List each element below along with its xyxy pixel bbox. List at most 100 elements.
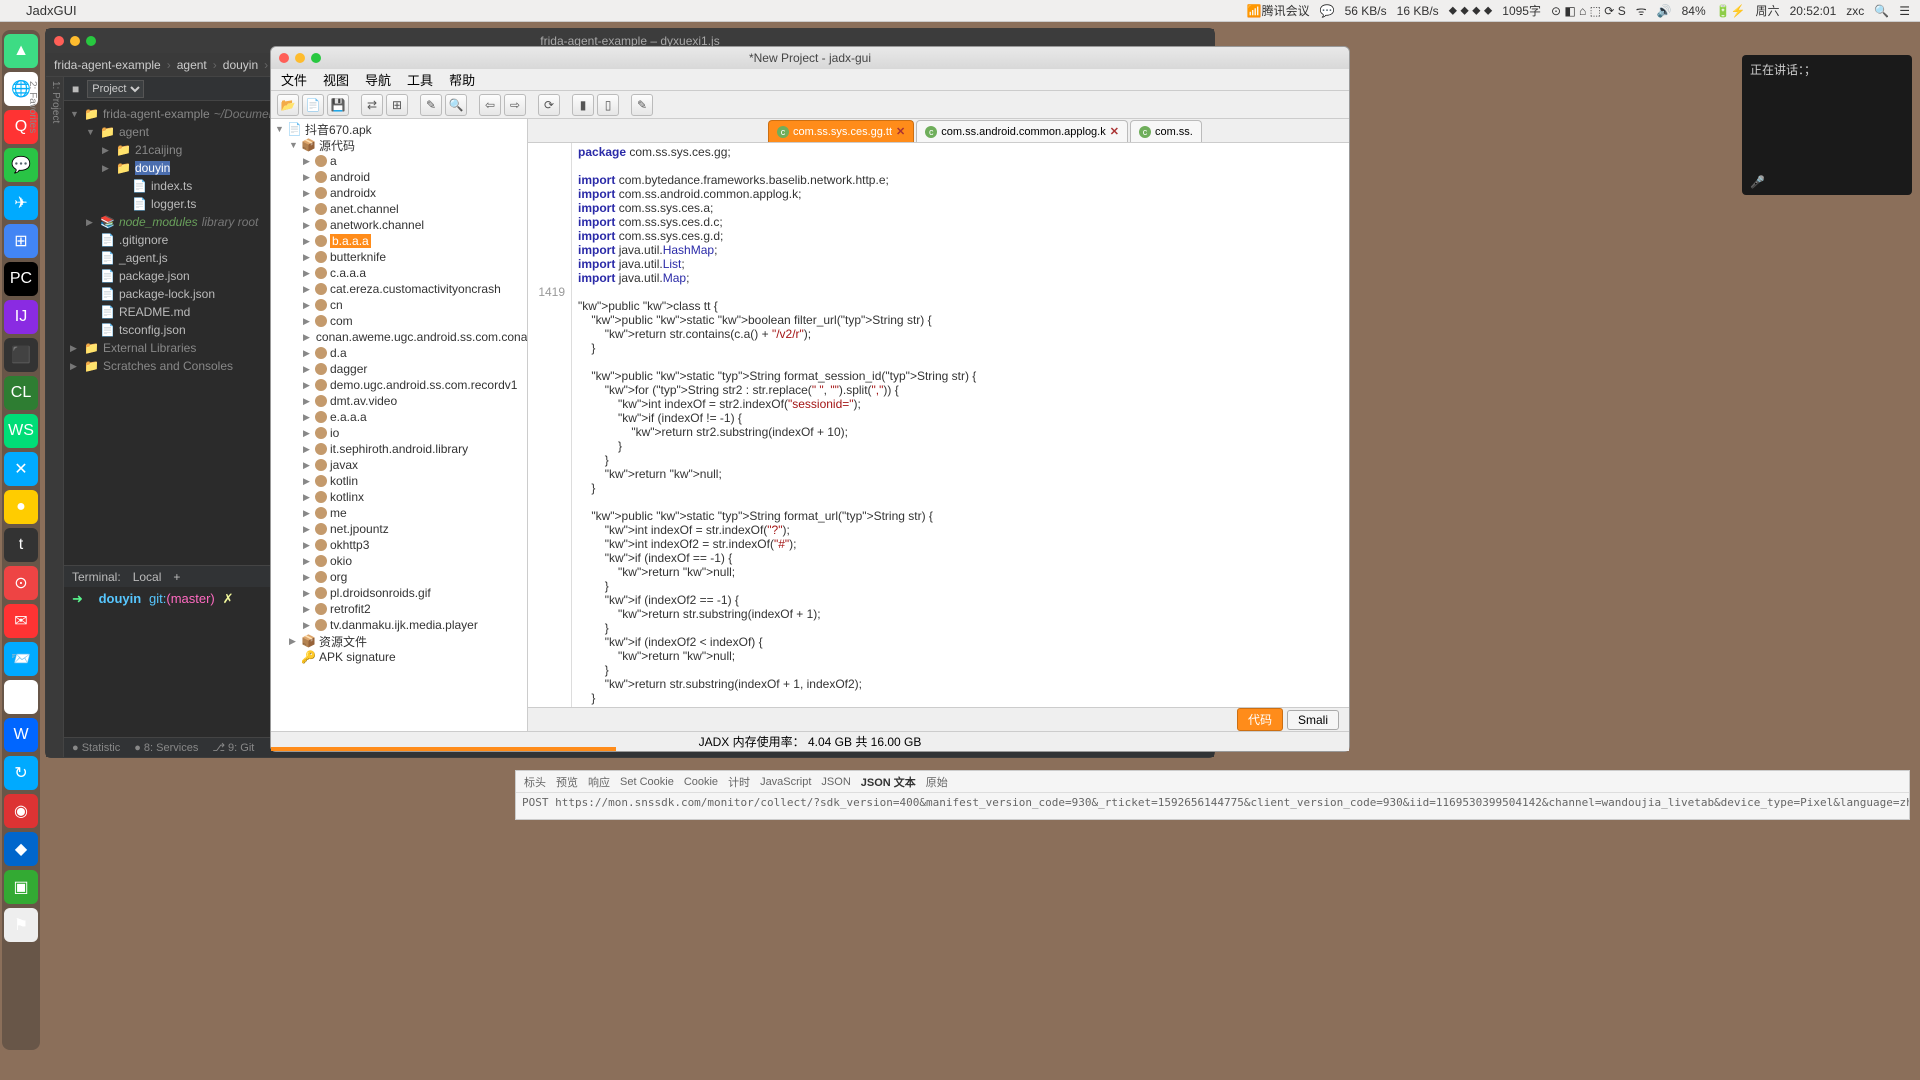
menu-help[interactable]: 帮助 [449,70,475,89]
jadx-titlebar[interactable]: *New Project - jadx-gui [271,47,1349,69]
devtools-tab[interactable]: 响应 [588,774,610,790]
package-row[interactable]: ▶pl.droidsonroids.gif [271,585,527,601]
deobf-icon[interactable]: ▮ [572,94,594,116]
grid-icon[interactable]: ⊞ [386,94,408,116]
breadcrumb-seg[interactable]: frida-agent-example [54,58,161,72]
dock-app[interactable]: ▣ [4,870,38,904]
request-line[interactable]: POST https://mon.snssdk.com/monitor/coll… [516,793,1909,819]
devtools-tab[interactable]: Cookie [684,776,718,788]
menu-tools[interactable]: 工具 [407,70,433,89]
battery-icon[interactable]: 🔋⚡ [1716,4,1746,18]
package-row[interactable]: ▶dmt.av.video [271,393,527,409]
package-row[interactable]: ▶com [271,313,527,329]
package-row[interactable]: ▶demo.ugc.android.ss.com.recordv1 [271,377,527,393]
package-row[interactable]: ▶kotlin [271,473,527,489]
traffic-lights[interactable] [54,36,96,46]
editor-tab[interactable]: ccom.ss.sys.ces.gg.tt✕ [768,120,914,142]
control-center-icon[interactable]: ☰ [1899,4,1910,18]
package-row[interactable]: ▶okio [271,553,527,569]
menubar-app-name[interactable]: JadxGUI [26,3,77,18]
mic-icon[interactable]: 🎤 [1750,175,1765,189]
package-row[interactable]: ▶io [271,425,527,441]
save-icon[interactable]: 💾 [327,94,349,116]
package-row[interactable]: ▶anet.channel [271,201,527,217]
source-code[interactable]: package com.ss.sys.ces.gg; import com.by… [572,143,1349,707]
devtools-tab[interactable]: 预览 [556,774,578,790]
tab-code[interactable]: 代码 [1237,708,1283,731]
package-row[interactable]: ▶dagger [271,361,527,377]
devtools-tab[interactable]: JSON 文本 [861,774,916,790]
forward-icon[interactable]: ⇨ [504,94,526,116]
package-row[interactable]: ▶javax [271,457,527,473]
package-row[interactable]: ▶android [271,169,527,185]
meeting-overlay[interactable]: 正在讲话：； 🎤 [1742,55,1912,195]
package-row[interactable]: ▶androidx [271,185,527,201]
status-item[interactable]: ● 8: Services [134,742,198,754]
menu-file[interactable]: 文件 [281,70,307,89]
package-row[interactable]: ▶tv.danmaku.ijk.media.player [271,617,527,633]
dock-app[interactable]: ◆ [4,832,38,866]
code-viewer[interactable]: 1419 14201421 package com.ss.sys.ces.gg;… [528,143,1349,707]
package-row[interactable]: ▶📦资源文件 [271,633,527,649]
package-row[interactable]: ▶e.a.a.a [271,409,527,425]
jadx-package-tree[interactable]: ▼📄抖音670.apk▼📦源代码▶a▶android▶androidx▶anet… [271,119,528,731]
status-meeting[interactable]: 📶 腾讯会议 [1247,2,1310,19]
devtools-tab[interactable]: JavaScript [760,776,811,788]
breadcrumb-seg[interactable]: douyin [223,58,258,72]
status-item[interactable]: ⎇ 9: Git [212,741,254,754]
wifi-icon[interactable]: ᯤ [1636,2,1647,19]
package-row[interactable]: ▶org [271,569,527,585]
menu-view[interactable]: 视图 [323,70,349,89]
package-row[interactable]: ▶butterknife [271,249,527,265]
log-icon[interactable]: ▯ [597,94,619,116]
package-row[interactable]: ▶it.sephiroth.android.library [271,441,527,457]
dock-app[interactable]: ↻ [4,756,38,790]
menubar-user[interactable]: zxc [1846,4,1864,18]
volume-icon[interactable]: 🔊 [1657,4,1672,18]
package-row[interactable]: ▼📦源代码 [271,137,527,153]
dock-app[interactable]: ⚑ [4,908,38,942]
terminal-add-tab[interactable]: + [173,570,180,584]
devtools-tab[interactable]: 标头 [524,774,546,790]
dock-app[interactable]: ▲ [4,34,38,68]
package-row[interactable]: ▼📄抖音670.apk [271,121,527,137]
pref-icon[interactable]: ✎ [631,94,653,116]
package-row[interactable]: ▶cat.ereza.customactivityoncrash [271,281,527,297]
breadcrumb-seg[interactable]: agent [177,58,207,72]
terminal-tab-local[interactable]: Local [133,570,162,584]
package-row[interactable]: ▶anetwork.channel [271,217,527,233]
package-row[interactable]: ▶c.a.a.a [271,265,527,281]
refresh-icon[interactable]: ⟳ [538,94,560,116]
new-icon[interactable]: 📄 [302,94,324,116]
devtools-strip[interactable]: 标头预览响应 Set Cookie Cookie 计时 JavaScript JSON JS… [515,770,1910,820]
editor-tab[interactable]: ccom.ss. [1130,120,1202,142]
sync-icon[interactable]: ⇄ [361,94,383,116]
wand-icon[interactable]: ✎ [420,94,442,116]
open-icon[interactable]: 📂 [277,94,299,116]
spotlight-icon[interactable]: 🔍 [1874,4,1889,18]
menu-nav[interactable]: 导航 [365,70,391,89]
package-row[interactable]: ▶net.jpountz [271,521,527,537]
package-row[interactable]: ▶b.a.a.a [271,233,527,249]
package-row[interactable]: ▶a [271,153,527,169]
package-row[interactable]: ▶d.a [271,345,527,361]
jadx-menubar[interactable]: 文件 视图 导航 工具 帮助 [271,69,1349,91]
editor-tab[interactable]: ccom.ss.android.common.applog.k✕ [916,120,1128,142]
devtools-tab[interactable]: Set Cookie [620,776,674,788]
jadx-bottom-tabs[interactable]: 代码 Smali [528,707,1349,731]
package-row[interactable]: ▶cn [271,297,527,313]
devtools-tab[interactable]: 计时 [728,774,750,790]
back-icon[interactable]: ⇦ [479,94,501,116]
search-icon[interactable]: 🔍 [445,94,467,116]
package-row[interactable]: ▶conan.aweme.ugc.android.ss.com.conan_ba… [271,329,527,345]
project-view-selector[interactable]: Project [87,80,144,98]
package-row[interactable]: ▶retrofit2 [271,601,527,617]
package-row[interactable]: 🔑APK signature [271,649,527,665]
devtools-tab[interactable]: JSON [821,776,850,788]
package-row[interactable]: ▶me [271,505,527,521]
ide-left-gutter[interactable]: 1: Project2: Favorites [46,77,64,757]
devtools-tab[interactable]: 原始 [926,774,948,790]
status-item[interactable]: ● Statistic [72,742,120,754]
jadx-editor-tabs[interactable]: ccom.ss.sys.ces.gg.tt✕ ccom.ss.android.c… [528,119,1349,143]
devtools-tabs[interactable]: 标头预览响应 Set Cookie Cookie 计时 JavaScript JSON JS… [516,771,1909,793]
